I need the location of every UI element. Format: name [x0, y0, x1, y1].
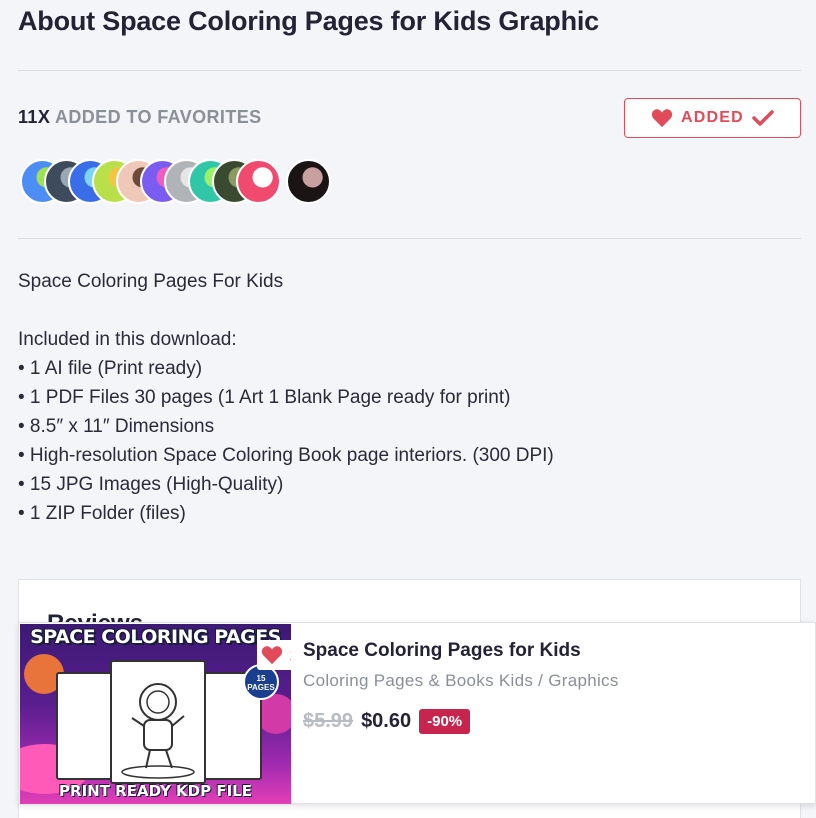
thumbnail-title: SPACE COLORING PAGES: [30, 626, 281, 648]
sticky-product-card[interactable]: SPACE COLORING PAGES 15 PAGES PRINT READ…: [18, 622, 816, 804]
product-thumbnail[interactable]: SPACE COLORING PAGES 15 PAGES PRINT READ…: [20, 624, 291, 804]
favorite-chip[interactable]: 11: [257, 640, 291, 670]
astronaut-illustration: [121, 683, 195, 779]
heart-icon: [651, 109, 673, 128]
product-title-link[interactable]: Space Coloring Pages for Kids: [303, 640, 581, 662]
discount-badge: -90%: [419, 709, 471, 734]
favorites-label: ADDED TO FAVORITES: [54, 107, 262, 127]
description-item: • High-resolution Space Coloring Book pa…: [18, 445, 554, 466]
original-price: $5.99: [303, 710, 354, 732]
description-item: • 15 JPG Images (High-Quality): [18, 474, 284, 495]
sale-price: $0.60: [361, 710, 412, 732]
description-heading: Space Coloring Pages For Kids: [18, 271, 284, 292]
favorite-count: 11: [289, 647, 291, 664]
favorites-count: 11X ADDED TO FAVORITES: [18, 107, 262, 128]
divider: [18, 238, 801, 239]
divider: [18, 70, 801, 71]
description-item: • 1 PDF Files 30 pages (1 Art 1 Blank Pa…: [18, 387, 511, 408]
added-to-favorites-button[interactable]: ADDED: [624, 98, 801, 138]
coloring-page-preview: [110, 660, 206, 784]
description-intro: Included in this download:: [18, 329, 237, 350]
product-categories[interactable]: Coloring Pages & Books Kids / Graphics: [303, 671, 619, 691]
user-avatar[interactable]: [236, 159, 281, 204]
product-description: Space Coloring Pages For Kids Included i…: [18, 267, 798, 528]
page-title: About Space Coloring Pages for Kids Grap…: [18, 6, 599, 36]
description-item: • 1 AI file (Print ready): [18, 358, 203, 379]
description-item: • 8.5″ x 11″ Dimensions: [18, 416, 215, 437]
checkmark-icon: [752, 110, 774, 126]
heart-icon: [262, 646, 283, 665]
favorites-number: 11X: [18, 107, 51, 127]
description-item: • 1 ZIP Folder (files): [18, 503, 186, 524]
added-button-label: ADDED: [681, 109, 744, 126]
user-avatar[interactable]: [286, 159, 331, 204]
thumbnail-footer: PRINT READY KDP FILE: [59, 782, 252, 800]
coloring-page-preview: [56, 672, 118, 780]
price-row: $5.99 $0.60 -90%: [303, 709, 471, 734]
